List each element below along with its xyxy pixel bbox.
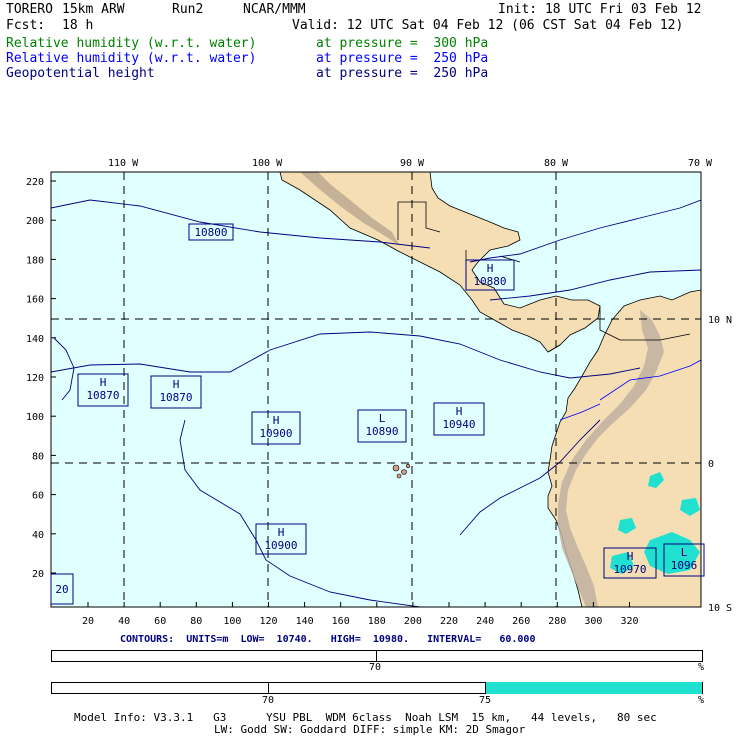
galapagos-island xyxy=(401,469,407,475)
contour-value: 10900 xyxy=(259,427,292,440)
left-tick-label: 220 xyxy=(26,177,44,188)
lon-label-70w: 70 W xyxy=(688,158,713,169)
rh250-unit: % xyxy=(698,695,705,706)
pressure-center-letter: H xyxy=(273,414,280,427)
bottom-tick-label: 60 xyxy=(154,616,166,627)
left-tick-label: 80 xyxy=(32,451,44,462)
lat-label-10s: 10 S xyxy=(708,603,732,614)
model-name: TORERO xyxy=(6,2,53,17)
bottom-tick-label: 80 xyxy=(190,616,202,627)
pressure-center-letter: H xyxy=(456,405,463,418)
rh300-colorbar-tick xyxy=(376,650,377,662)
field-2-level: at pressure = 250 hPa xyxy=(316,51,489,66)
fcst-value: 18 h xyxy=(62,18,94,33)
galapagos-island xyxy=(405,463,411,469)
org-label: NCAR/MMM xyxy=(243,2,306,17)
rh250-colorbar-tick xyxy=(268,682,269,694)
pressure-center-letter: H xyxy=(100,376,107,389)
galapagos-island xyxy=(392,464,400,472)
bottom-tick-label: 120 xyxy=(259,616,277,627)
rh300-colorbar xyxy=(51,650,703,662)
field-1-level: at pressure = 300 hPa xyxy=(316,36,489,51)
contour-value: 20 xyxy=(55,583,68,596)
contour-value: 10970 xyxy=(613,563,646,576)
bottom-tick-label: 240 xyxy=(476,616,494,627)
rh300-unit: % xyxy=(698,662,705,673)
left-tick-label: 120 xyxy=(26,373,44,384)
pressure-center-letter: L xyxy=(681,546,688,559)
left-tick-label: 60 xyxy=(32,491,44,502)
contour-value: 10880 xyxy=(473,275,506,288)
bottom-tick-label: 260 xyxy=(512,616,530,627)
lat-label-10n: 10 N xyxy=(708,315,732,326)
bottom-tick-label: 160 xyxy=(332,616,350,627)
run-label: Run2 xyxy=(172,2,204,17)
bottom-tick-label: 220 xyxy=(440,616,458,627)
pressure-center-letter: L xyxy=(379,412,386,425)
bottom-tick-label: 300 xyxy=(584,616,602,627)
fcst-label: Fcst: xyxy=(6,18,46,33)
contours-low: LOW= 10740. xyxy=(240,634,313,645)
contour-value: 10870 xyxy=(159,391,192,404)
galapagos-island xyxy=(396,473,402,479)
contours-high: HIGH= 10980. xyxy=(330,634,410,645)
left-tick-label: 100 xyxy=(26,412,44,423)
model-physics: LW: Godd SW: Goddard DIFF: simple KM: 2D… xyxy=(214,723,526,736)
bottom-tick-label: 20 xyxy=(82,616,94,627)
model-resolution: 15km ARW xyxy=(62,2,125,17)
field-3-name: Geopotential height xyxy=(6,66,155,81)
contour-value: 10870 xyxy=(86,389,119,402)
contour-value: 10890 xyxy=(365,425,398,438)
field-1-name: Relative humidity (w.r.t. water) xyxy=(6,36,257,51)
contour-label-box: 10800 xyxy=(188,223,234,241)
valid-time: Valid: 12 UTC Sat 04 Feb 12 (06 CST Sat … xyxy=(292,18,684,33)
left-tick-label: 20 xyxy=(32,569,44,580)
contour-value: 1096 xyxy=(671,559,698,572)
rh250-tick-70: 70 xyxy=(262,695,275,706)
left-tick-label: 180 xyxy=(26,255,44,266)
init-time: Init: 18 UTC Fri 03 Feb 12 xyxy=(498,2,702,17)
contours-info: CONTOURS: UNITS=m LOW= 10740. HIGH= 1098… xyxy=(120,634,535,645)
rh250-colorbar-fill xyxy=(485,682,702,694)
field-3-level: at pressure = 250 hPa xyxy=(316,66,489,81)
field-2-name: Relative humidity (w.r.t. water) xyxy=(6,51,257,66)
pressure-center-letter: H xyxy=(278,526,285,539)
contour-value: 10800 xyxy=(194,226,227,239)
bottom-tick-label: 280 xyxy=(548,616,566,627)
weather-map: 10800H10880H10870H10870H10900L10890H1094… xyxy=(26,158,732,627)
contours-interval: INTERVAL= 60.000 xyxy=(427,634,536,645)
bottom-tick-label: 320 xyxy=(620,616,638,627)
left-tick-label: 160 xyxy=(26,295,44,306)
lon-label-110w: 110 W xyxy=(108,158,139,169)
pressure-center-letter: H xyxy=(173,378,180,391)
pressure-center-letter: H xyxy=(627,550,634,563)
bottom-tick-label: 180 xyxy=(368,616,386,627)
rh250-tick-75: 75 xyxy=(479,695,492,706)
bottom-tick-label: 200 xyxy=(404,616,422,627)
contour-value: 10900 xyxy=(264,539,297,552)
bottom-tick-label: 140 xyxy=(296,616,314,627)
left-tick-label: 140 xyxy=(26,334,44,345)
rh300-tick-70: 70 xyxy=(369,662,382,673)
lon-label-90w: 90 W xyxy=(400,158,425,169)
bottom-tick-label: 100 xyxy=(223,616,241,627)
rh250-colorbar-tick xyxy=(485,682,486,694)
lon-label-80w: 80 W xyxy=(544,158,569,169)
contour-value: 10940 xyxy=(442,418,475,431)
left-tick-label: 200 xyxy=(26,216,44,227)
contours-units: UNITS=m xyxy=(186,634,229,645)
lat-label-0: 0 xyxy=(708,459,714,470)
lon-label-100w: 100 W xyxy=(252,158,283,169)
contours-label: CONTOURS: xyxy=(120,634,175,645)
pressure-center-letter: H xyxy=(487,262,494,275)
left-tick-label: 40 xyxy=(32,530,44,541)
bottom-tick-label: 40 xyxy=(118,616,130,627)
